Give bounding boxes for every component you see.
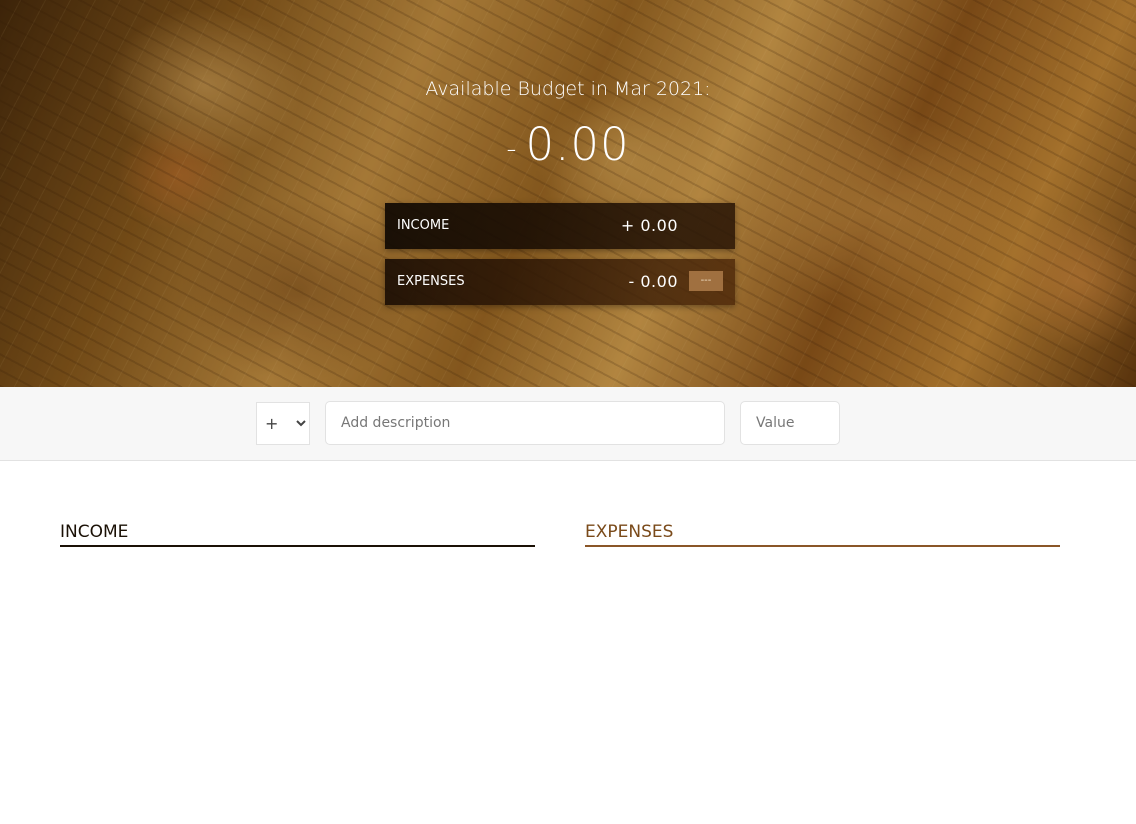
budget-amount: 0.00	[525, 118, 630, 171]
income-summary-label: INCOME	[397, 218, 450, 233]
income-summary: INCOME + 0.00	[385, 203, 735, 249]
expenses-percentage-badge: ---	[689, 271, 723, 291]
type-select[interactable]: +	[256, 402, 310, 445]
income-list-title: INCOME	[60, 522, 535, 547]
budget-sign: -	[506, 131, 518, 165]
value-input[interactable]	[740, 401, 840, 445]
expenses-summary: EXPENSES - 0.00 ---	[385, 259, 735, 305]
budget-value: -0.00	[0, 118, 1136, 171]
budget-title: Available Budget in Mar 2021:	[425, 78, 711, 100]
expenses-list-title: EXPENSES	[585, 522, 1060, 547]
budget-panel: Available Budget in Mar 2021: -0.00 INCO…	[0, 0, 1136, 387]
header-banner: Available Budget in Mar 2021: -0.00 INCO…	[0, 0, 1136, 387]
income-summary-value: + 0.00	[620, 216, 678, 235]
expenses-summary-value: - 0.00	[628, 272, 678, 291]
expenses-summary-label: EXPENSES	[397, 274, 465, 289]
add-item-bar: +	[0, 387, 1136, 461]
description-input[interactable]	[325, 401, 725, 445]
